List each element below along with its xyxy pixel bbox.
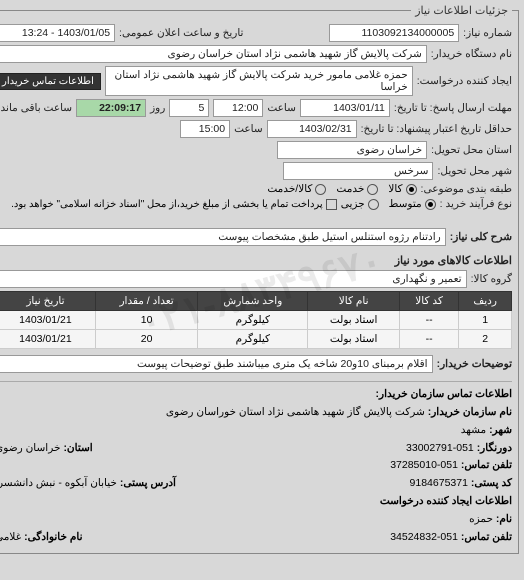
needed-state-field: خراسان رضوی: [278, 141, 428, 159]
contact-address: خیابان آبکوه - نبش دانشسرا: [0, 477, 118, 489]
table-cell: استاد بولت: [309, 311, 401, 330]
fieldset-legend: جزئیات اطلاعات نیاز: [412, 4, 513, 17]
table-cell: 20: [96, 330, 199, 349]
needed-state-label: استان محل تحویل:: [432, 144, 513, 156]
validity-label: حداقل تاریخ اعتبار پیشنهاد: تا تاریخ:: [362, 123, 513, 135]
days-field: 5: [170, 99, 210, 117]
deadline-label: مهلت ارسال پاسخ: تا تاریخ:: [395, 102, 513, 114]
table-header-cell: تعداد / مقدار: [96, 292, 199, 311]
radio-goods[interactable]: کالا: [389, 183, 417, 195]
contact-province: خراسان رضوی: [0, 442, 62, 454]
first-name-label: نام:: [497, 513, 513, 525]
table-cell: 10: [96, 311, 199, 330]
table-header-cell: نام کالا: [309, 292, 401, 311]
contact-info-button[interactable]: اطلاعات تماس خریدار: [0, 73, 102, 90]
ann-date-label: تاریخ و ساعت اعلان عمومی:: [120, 27, 244, 39]
table-cell: کیلوگرم: [199, 330, 309, 349]
radio-goods-service[interactable]: کالا/خدمت: [268, 183, 327, 195]
group-label: گروه کالا:: [472, 273, 513, 285]
table-header-row: ردیفکد کالانام کالاواحد شمارشتعداد / مقد…: [0, 292, 513, 311]
items-table: ردیفکد کالانام کالاواحد شمارشتعداد / مقد…: [0, 291, 513, 349]
contact-city-label: شهر:: [490, 424, 513, 436]
table-header-cell: تاریخ نیاز: [0, 292, 96, 311]
validity-time-label: ساعت: [235, 123, 264, 135]
table-body: 1--استاد بولتکیلوگرم101403/01/212--استاد…: [0, 311, 513, 349]
radio-icon: [369, 199, 380, 210]
buyer-notes-field: اقلام برمبنای 10و20 شاخه یک متری میباشند…: [0, 355, 434, 373]
radio-mid[interactable]: متوسط: [390, 198, 437, 210]
items-section-header: اطلاعات کالاهای مورد نیاز: [0, 254, 513, 267]
process-radio-group: متوسط جزیی: [342, 198, 437, 210]
desc-label: شرح کلی نیاز:: [451, 231, 513, 243]
ann-date-field: 1403/01/05 - 13:24: [0, 24, 116, 42]
desc-field: رادتنام رژوه استنلس استیل طبق مشخصات پیو…: [0, 228, 447, 246]
radio-icon: [426, 199, 437, 210]
buyer-notes-label: توضیحات خریدار:: [438, 358, 513, 370]
table-cell: کیلوگرم: [199, 311, 309, 330]
contact-address-label: آدرس پستی:: [121, 477, 177, 489]
category-label: طبقه بندی موضوعی:: [422, 183, 513, 195]
table-cell: 2: [460, 330, 513, 349]
creator-field: حمزه غلامی مامور خرید شرکت پالایش گاز شه…: [106, 66, 414, 96]
deadline-time-label: ساعت: [268, 102, 297, 114]
table-header-cell: واحد شمارش: [199, 292, 309, 311]
remaining-label: ساعت باقی مانده: [0, 102, 73, 114]
details-fieldset: جزئیات اطلاعات نیاز شماره نیاز: 11030921…: [0, 4, 520, 554]
table-cell: 1: [460, 311, 513, 330]
creator-phone-label: تلفن تماس:: [462, 531, 513, 543]
creator-label: ایجاد کننده درخواست:: [418, 75, 513, 87]
radio-service[interactable]: خدمت: [337, 183, 379, 195]
table-row: 2--استاد بولتکیلوگرم201403/01/21: [0, 330, 513, 349]
table-cell: 1403/01/21: [0, 311, 96, 330]
days-label: روز: [151, 102, 166, 114]
needed-city-label: شهر محل تحویل:: [438, 165, 513, 177]
process-label: نوع فرآیند خرید :: [441, 198, 513, 210]
radio-icon: [407, 184, 418, 195]
last-name-label: نام خانوادگی:: [25, 531, 83, 543]
creator-phone: 051-34524832: [391, 531, 459, 543]
contact-section: اطلاعات تماس سازمان خریدار: نام سازمان خ…: [0, 381, 513, 547]
table-cell: استاد بولت: [309, 330, 401, 349]
validity-time-field: 15:00: [181, 120, 231, 138]
first-name: حمزه: [470, 513, 494, 525]
category-radio-group: کالا خدمت کالا/خدمت: [268, 183, 417, 195]
radio-icon: [316, 184, 327, 195]
contact-city: مشهد: [462, 424, 487, 436]
contact-phone: 051-37285010: [391, 459, 459, 471]
contact-province-label: استان:: [64, 442, 93, 454]
deadline-date-field: 1403/01/11: [301, 99, 391, 117]
req-no-field: 1103092134000005: [330, 24, 460, 42]
buyer-org-label: نام دستگاه خریدار:: [432, 48, 513, 60]
contact-header: اطلاعات تماس سازمان خریدار:: [377, 388, 513, 400]
validity-date-field: 1403/02/31: [268, 120, 358, 138]
needed-city-field: سرخس: [284, 162, 434, 180]
table-cell: --: [400, 330, 459, 349]
table-header-cell: ردیف: [460, 292, 513, 311]
contact-fax-label: دورنگار:: [478, 442, 513, 454]
req-creator-header: اطلاعات ایجاد کننده درخواست: [381, 495, 513, 507]
table-header-cell: کد کالا: [400, 292, 459, 311]
table-cell: 1403/01/21: [0, 330, 96, 349]
deadline-time-field: 12:00: [214, 99, 264, 117]
table-row: 1--استاد بولتکیلوگرم101403/01/21: [0, 311, 513, 330]
contact-postal-label: کد پستی:: [472, 477, 513, 489]
contact-fax: 051-33002791: [407, 442, 475, 454]
table-cell: --: [400, 311, 459, 330]
checkbox-icon: [327, 199, 338, 210]
contact-org: شرکت پالایش گاز شهید هاشمی نژاد استان خو…: [167, 406, 426, 418]
group-field: تعمیر و نگهداری: [0, 270, 468, 288]
contact-org-label: نام سازمان خریدار:: [429, 406, 513, 418]
contact-phone-label: تلفن تماس:: [462, 459, 513, 471]
radio-icon: [368, 184, 379, 195]
last-name: غلامی: [0, 531, 22, 543]
buyer-org-field: شرکت پالایش گاز شهید هاشمی نژاد استان خر…: [0, 45, 428, 63]
radio-small[interactable]: جزیی: [342, 198, 380, 210]
contact-postal: 9184675371: [411, 477, 469, 489]
treasury-checkbox[interactable]: پرداخت تمام یا بخشی از مبلغ خرید،از محل …: [12, 199, 338, 210]
req-no-label: شماره نیاز:: [464, 27, 513, 39]
remaining-field: 22:09:17: [77, 99, 147, 117]
